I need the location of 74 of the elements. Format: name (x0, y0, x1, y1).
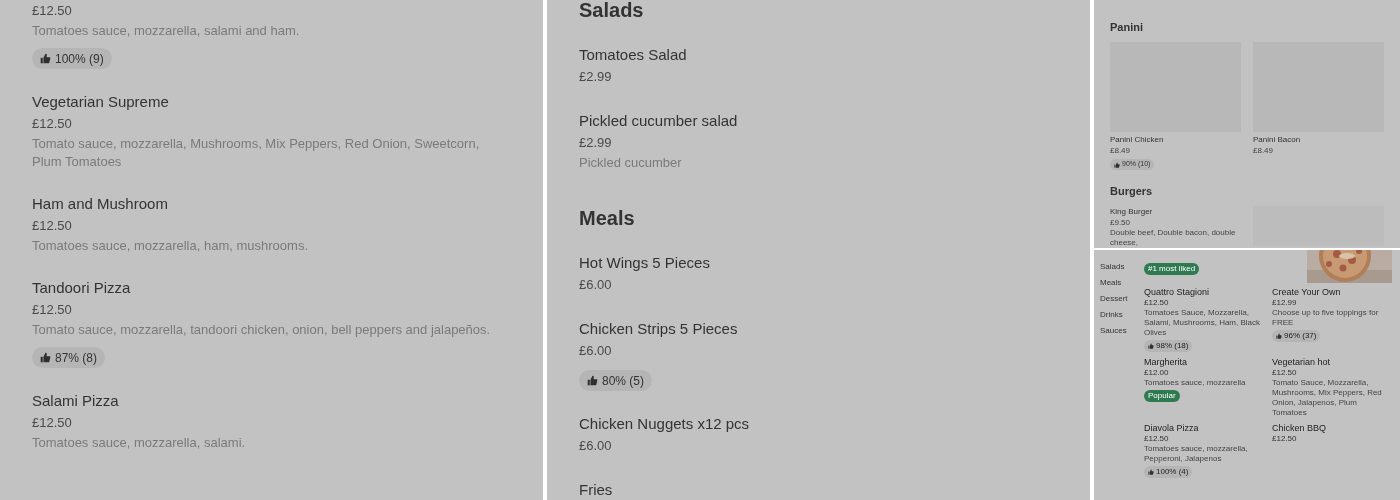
section-heading: Meals (579, 206, 636, 230)
category-link[interactable]: Drinks (1100, 310, 1144, 320)
item-price: £2.99 (579, 134, 613, 152)
item-name[interactable]: Chicken Strips 5 Pieces (579, 318, 1058, 340)
item-price: £12.50 (32, 2, 73, 20)
rating-badge: 87% (8) (32, 347, 106, 368)
item-name[interactable]: Tomatoes Salad (579, 44, 1058, 66)
item-price: £12.50 (1144, 298, 1170, 308)
item-name[interactable]: Hot Wings 5 Pieces (579, 252, 1058, 274)
item-name[interactable]: Quattro Stagioni (1144, 287, 1264, 298)
rating-badge: 100% (4) (1144, 466, 1193, 478)
item-price: £6.00 (579, 437, 613, 455)
section-heading: Panini (1110, 20, 1144, 34)
item-description: Tomatoes sauce, mozzarella, Pepperoni, Jalapenos (1144, 444, 1249, 464)
category-link[interactable]: Sauces (1100, 326, 1144, 336)
item-price: £6.00 (579, 276, 613, 294)
item-name[interactable]: Salami Pizza (32, 390, 511, 412)
item-name[interactable]: King Burger (1110, 206, 1241, 218)
item-name[interactable]: Chicken Nuggets x12 pcs (579, 413, 1058, 435)
item-price: £12.00 (1144, 368, 1170, 378)
item-description: Tomato sauce, mozzarella, tandoori chicken, onion, bell peppers and jalapeños. (32, 321, 492, 339)
item-price: £12.50 (1272, 368, 1298, 378)
item-name[interactable]: Tandoori Pizza (32, 277, 511, 299)
item-description: Tomatoes sauce, mozzarella, salami and ham. (32, 22, 301, 40)
rating-badge: 80% (5) (579, 370, 653, 391)
rating-badge: 98% (18) (1144, 340, 1193, 352)
item-name[interactable]: Fries (579, 479, 1058, 500)
item-name[interactable]: Ham and Mushroom (32, 193, 511, 215)
item-description: Tomato sauce, mozzarella, Mushrooms, Mix Peppers, Red Onion, Sweetcorn, Plum Tomatoes (32, 135, 481, 171)
thumbs-up-icon (1114, 161, 1120, 168)
section-heading: Salads (579, 0, 645, 22)
item-description: Pickled cucumber (579, 154, 683, 172)
item-name[interactable]: Pickled cucumber salad (579, 110, 1058, 132)
item-price: £12.99 (1272, 298, 1298, 308)
item-price: £8.49 (1110, 146, 1132, 156)
item-price: £12.50 (32, 217, 73, 235)
thumbs-up-icon (1148, 343, 1154, 349)
item-name[interactable]: Panini Chicken (1110, 134, 1241, 146)
item-name[interactable]: Diavola Pizza (1144, 423, 1264, 434)
item-price: £12.50 (32, 414, 73, 432)
item-price: £8.49 (1253, 146, 1275, 156)
thumbs-up-icon (40, 53, 51, 64)
thumbs-up-icon (1276, 333, 1282, 339)
category-link[interactable]: Salads (1100, 262, 1144, 272)
thumbs-up-icon (587, 375, 598, 386)
item-name[interactable]: Vegetarian Supreme (32, 91, 511, 113)
item-price: £12.50 (1272, 434, 1298, 444)
item-name[interactable]: Chicken BBQ (1272, 423, 1392, 434)
item-name[interactable]: Margherita (1144, 357, 1264, 368)
item-price: £12.50 (1144, 434, 1170, 444)
item-description: Double beef, Double bacon, double cheese, (1110, 228, 1237, 248)
item-name[interactable]: Vegetarian hot (1272, 357, 1392, 368)
item-name[interactable]: Panini Bacon (1253, 134, 1384, 146)
item-description: Choose up to five toppings for FREE (1272, 308, 1380, 328)
rating-badge: 100% (9) (32, 48, 112, 69)
popular-badge: Popular (1144, 390, 1180, 402)
category-link[interactable]: Dessert (1100, 294, 1144, 304)
item-description: Tomato Sauce, Mozzarella, Mushrooms, Mix Peppers, Red Onion, Jalapenos, Plum Tomatoes (1272, 378, 1383, 418)
item-price: £2.99 (579, 68, 613, 86)
item-name[interactable]: Create Your Own (1272, 287, 1392, 298)
item-price: £12.50 (32, 301, 73, 319)
thumbs-up-icon (1148, 469, 1154, 475)
item-description: Tomatoes sauce, mozzarella, ham, mushrooms. (32, 237, 309, 255)
section-heading: Burgers (1110, 184, 1154, 198)
item-description: Tomatoes sauce, mozzarella, salami. (32, 434, 247, 452)
item-price: £12.50 (32, 115, 73, 133)
item-description: Tomatoes sauce, mozzarella (1144, 378, 1247, 388)
item-description: Tomatoes Sauce, Mozzarella, Salami, Mushrooms, Ham, Black Olives (1144, 308, 1262, 338)
category-link[interactable]: Meals (1100, 278, 1144, 288)
thumbs-up-icon (40, 352, 51, 363)
item-price: £6.00 (579, 342, 613, 360)
item-price: £9.50 (1110, 218, 1132, 228)
most-liked-badge: #1 most liked (1144, 263, 1200, 275)
rating-badge: 96% (37) (1272, 330, 1321, 342)
